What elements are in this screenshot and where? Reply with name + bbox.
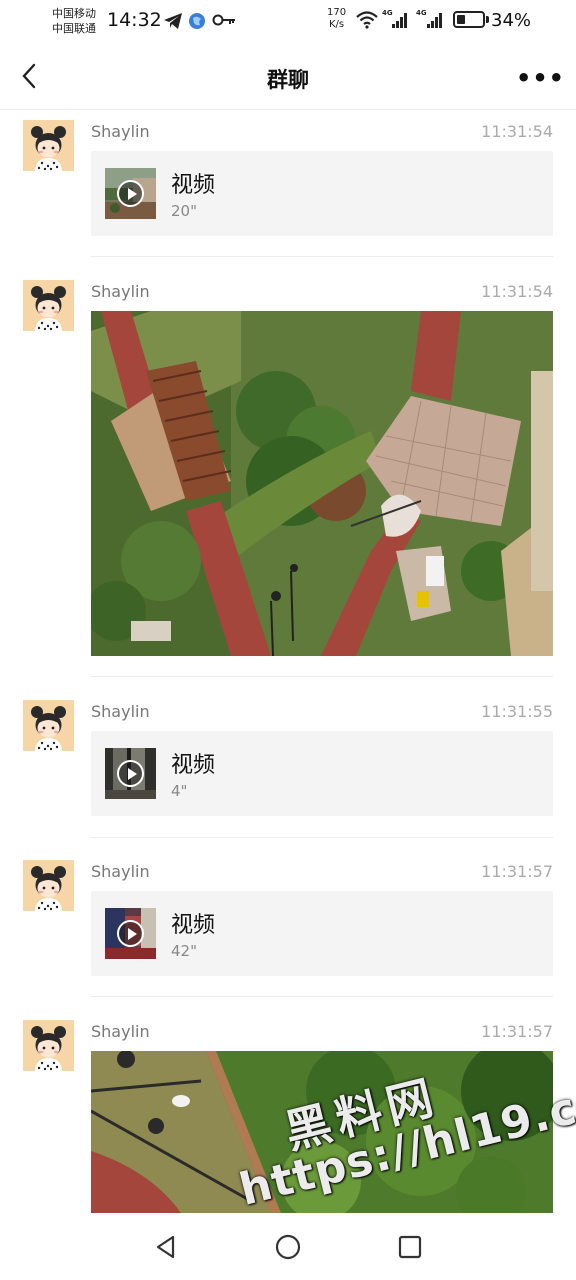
play-icon xyxy=(117,920,144,947)
battery-percent: 34% xyxy=(491,10,532,31)
avatar[interactable] xyxy=(23,120,74,171)
video-duration: 42" xyxy=(171,942,197,960)
cartoon-girl-avatar-image xyxy=(23,700,74,751)
carrier-1: 中国移动 xyxy=(52,7,96,20)
video-duration: 20" xyxy=(171,202,197,220)
video-label: 视频 xyxy=(171,173,216,198)
video-thumbnail xyxy=(105,908,156,959)
system-recents-button[interactable] xyxy=(396,1233,424,1261)
system-back-button[interactable] xyxy=(152,1233,180,1261)
message-time: 11:31:57 xyxy=(481,1022,553,1041)
signal-2-icon xyxy=(427,12,445,28)
key-icon xyxy=(212,14,235,26)
play-icon xyxy=(117,180,144,207)
sender-name: Shaylin xyxy=(91,702,150,721)
net-speed-unit: K/s xyxy=(328,19,345,30)
aerial-photo xyxy=(91,311,553,656)
video-label: 视频 xyxy=(171,913,216,938)
avatar[interactable] xyxy=(23,860,74,911)
video-message-card[interactable]: 视频 42" xyxy=(91,891,553,976)
cartoon-girl-avatar-image xyxy=(23,280,74,331)
message-time: 11:31:57 xyxy=(481,862,553,881)
sender-name: Shaylin xyxy=(91,122,150,141)
message-divider xyxy=(91,676,553,677)
message-time: 11:31:54 xyxy=(481,282,553,301)
carrier-2: 中国联通 xyxy=(52,22,96,35)
sender-name: Shaylin xyxy=(91,1022,150,1041)
avatar[interactable] xyxy=(23,1020,74,1071)
video-thumbnail xyxy=(105,748,156,799)
message-time: 11:31:55 xyxy=(481,702,553,721)
square-recents-icon xyxy=(398,1235,422,1259)
cartoon-girl-avatar-image xyxy=(23,120,74,171)
page-title: 群聊 xyxy=(267,68,309,92)
sender-name: Shaylin xyxy=(91,862,150,881)
telegram-icon xyxy=(164,13,182,29)
net-speed-value: 170 xyxy=(327,7,347,18)
video-message-card[interactable]: 视频 4" xyxy=(91,731,553,816)
status-time: 14:32 xyxy=(107,9,162,31)
sender-name: Shaylin xyxy=(91,282,150,301)
status-bar: 中国移动 中国联通 14:32 170 K/s 4G 4G 34% xyxy=(0,0,576,44)
battery-icon xyxy=(453,11,485,28)
video-thumbnail xyxy=(105,168,156,219)
video-duration: 4" xyxy=(171,782,188,800)
nav-bar: 群聊 ••• xyxy=(0,44,576,110)
avatar[interactable] xyxy=(23,700,74,751)
circle-home-icon xyxy=(275,1234,301,1260)
message-divider xyxy=(91,837,553,838)
triangle-back-icon xyxy=(156,1235,175,1259)
avatar[interactable] xyxy=(23,280,74,331)
system-nav-bar xyxy=(0,1213,576,1280)
video-label: 视频 xyxy=(171,753,216,778)
signal-2-label: 4G xyxy=(416,9,427,17)
message-divider xyxy=(91,996,553,997)
more-button[interactable]: ••• xyxy=(516,64,564,92)
browser-icon xyxy=(189,13,205,29)
cartoon-girl-avatar-image xyxy=(23,1020,74,1071)
system-home-button[interactable] xyxy=(274,1233,302,1261)
image-message[interactable] xyxy=(91,311,553,656)
play-icon xyxy=(117,760,144,787)
carrier-labels: 中国移动 中国联通 xyxy=(52,6,96,36)
battery-fill xyxy=(457,15,465,24)
battery-tip xyxy=(486,16,489,23)
signal-1-icon xyxy=(392,12,410,28)
net-speed: 170 K/s xyxy=(327,7,346,31)
wifi-icon xyxy=(356,11,378,29)
video-message-card[interactable]: 视频 20" xyxy=(91,151,553,236)
cartoon-girl-avatar-image xyxy=(23,860,74,911)
message-time: 11:31:54 xyxy=(481,122,553,141)
message-divider xyxy=(91,256,553,257)
